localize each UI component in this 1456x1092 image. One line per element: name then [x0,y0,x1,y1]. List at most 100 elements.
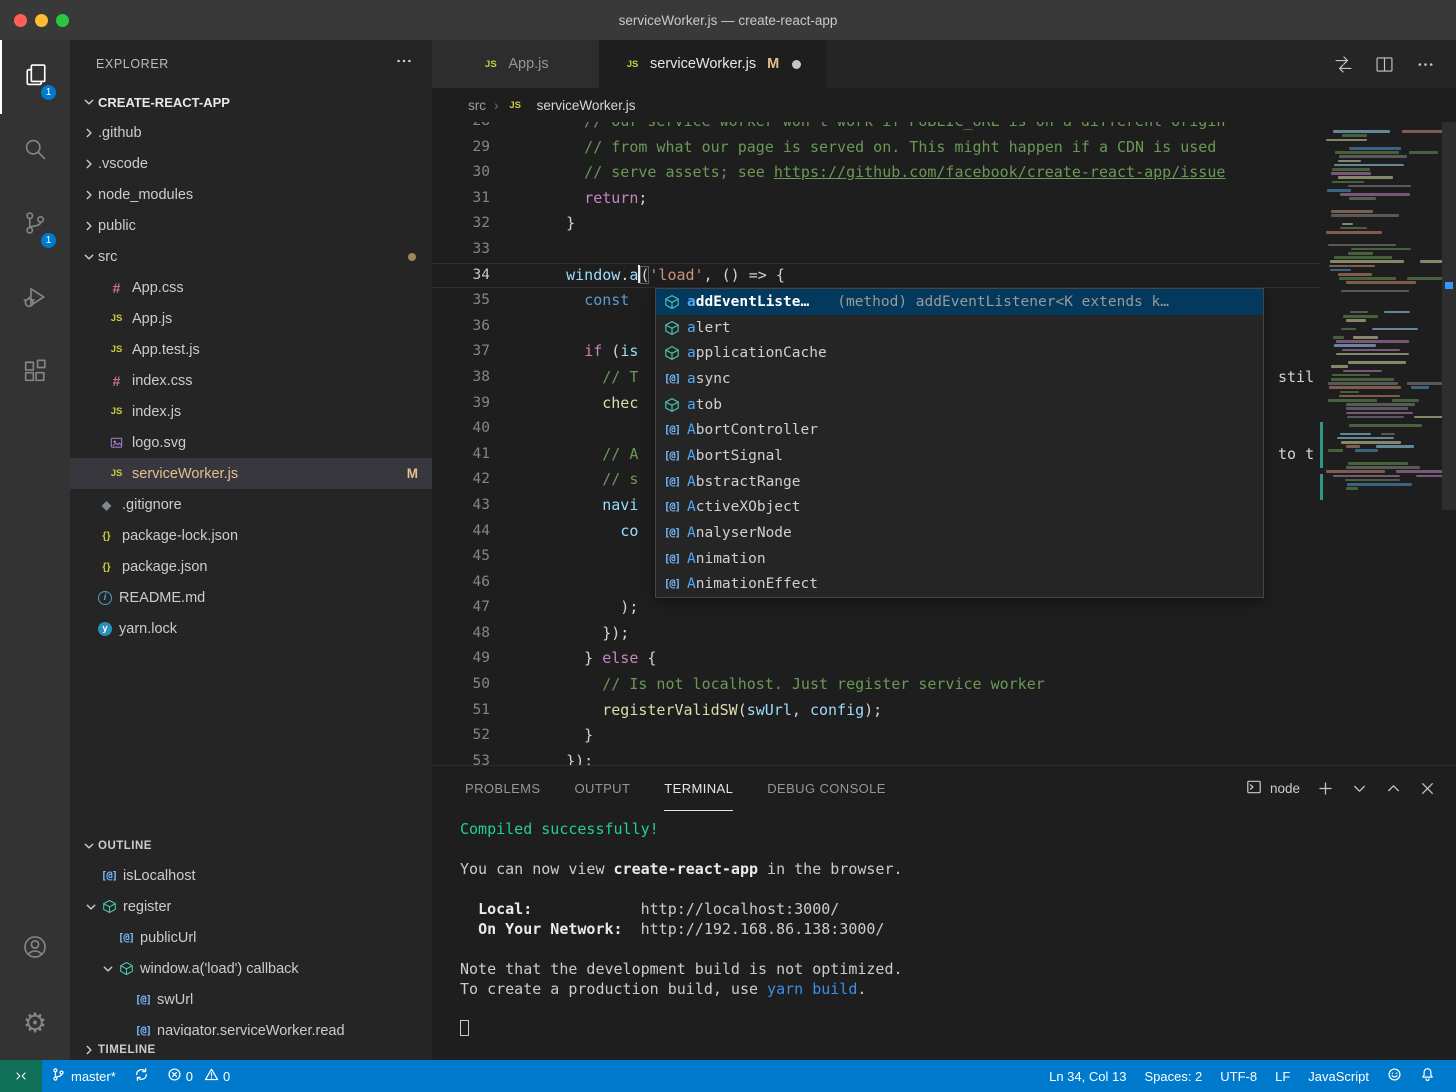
outline-item[interactable]: window.a('load') callback [70,953,432,984]
chevron-right-icon[interactable] [80,125,98,141]
outline-item[interactable]: register [70,891,432,922]
activity-bar-item-account[interactable] [0,912,70,986]
chevron-down-icon[interactable] [80,249,98,265]
activity-bar-item-run-debug[interactable] [0,262,70,336]
split-editor-icon[interactable] [1374,54,1395,75]
terminal-picker[interactable]: node [1246,779,1300,798]
activity-bar-item-explorer[interactable]: 1 [0,40,70,114]
suggestion-item[interactable]: [@] AbortController [656,417,1263,443]
panel-tab-output[interactable]: OUTPUT [574,766,630,811]
code-line[interactable]: 34 window.a ('load', () => { [432,263,1456,289]
tree-item[interactable]: {} package.json [70,551,432,582]
outline-item[interactable]: [@] publicUrl [70,922,432,953]
outline-item[interactable]: [@] swUrl [70,984,432,1015]
more-actions-icon[interactable] [394,51,414,76]
tree-item[interactable]: node_modules [70,179,432,210]
outline-header[interactable]: OUTLINE [70,832,432,860]
code-line[interactable]: 52 } [432,723,1456,749]
suggestion-item[interactable]: alert [656,315,1263,341]
code-line[interactable]: 47 ); [432,595,1456,621]
code-line[interactable]: 48 }); [432,621,1456,647]
code-line[interactable]: 31 return; [432,186,1456,212]
new-terminal-button[interactable] [1317,780,1334,797]
code-line[interactable]: 33 [432,237,1456,263]
indentation[interactable]: Spaces: 2 [1135,1060,1211,1092]
code-line[interactable]: 51 registerValidSW(swUrl, config); [432,698,1456,724]
code-line[interactable]: 49 } else { [432,646,1456,672]
suggestion-item[interactable]: [@] async [656,366,1263,392]
more-actions-icon[interactable] [1415,54,1436,75]
terminal-output[interactable]: Compiled successfully! You can now view c… [432,811,1456,1060]
sync[interactable] [125,1060,158,1092]
zoom-window-button[interactable] [56,14,69,27]
tree-item[interactable]: JS App.test.js [70,334,432,365]
suggestion-item[interactable]: applicationCache [656,340,1263,366]
git-branch[interactable]: master* [42,1060,125,1092]
tree-item[interactable]: logo.svg [70,427,432,458]
minimize-window-button[interactable] [35,14,48,27]
tree-item[interactable]: {} package-lock.json [70,520,432,551]
activity-bar-item-settings[interactable]: ⚙ [0,986,70,1060]
outline-item[interactable]: [@] isLocalhost [70,860,432,891]
tree-item[interactable]: .vscode [70,148,432,179]
tree-item[interactable]: i README.md [70,582,432,613]
code-line[interactable]: 28 // our service worker won't work if P… [432,122,1456,135]
notifications[interactable] [1411,1060,1444,1092]
eol[interactable]: LF [1266,1060,1299,1092]
terminal-dropdown-icon[interactable] [1351,780,1368,797]
tree-item[interactable]: JS serviceWorker.js M [70,458,432,489]
breadcrumb-file[interactable]: JS serviceWorker.js [507,97,635,114]
code-line[interactable]: 32 } [432,211,1456,237]
tree-item[interactable]: # App.css [70,272,432,303]
code-editor[interactable]: 28 // our service worker won't work if P… [432,122,1456,765]
open-changes-icon[interactable] [1333,54,1354,75]
activity-bar-item-extensions[interactable] [0,336,70,410]
encoding[interactable]: UTF-8 [1211,1060,1266,1092]
editor-scrollbar-thumb[interactable] [1442,122,1456,510]
tab-serviceworker-js[interactable]: JS serviceWorker.js M [600,40,827,88]
code-line[interactable]: 30 // serve assets; see https://github.c… [432,160,1456,186]
tree-item[interactable]: src [70,241,432,272]
timeline-header[interactable]: TIMELINE [70,1036,432,1060]
tree-item[interactable]: JS index.js [70,396,432,427]
breadcrumb-folder[interactable]: src [468,98,486,113]
suggestion-item[interactable]: [@] Animation [656,546,1263,572]
problems[interactable]: 00 [158,1060,245,1092]
suggestion-item[interactable]: [@] ActiveXObject [656,495,1263,521]
suggestion-item[interactable]: [@] AnimationEffect [656,572,1263,598]
cursor-position[interactable]: Ln 34, Col 13 [1040,1060,1135,1092]
language-mode[interactable]: JavaScript [1299,1060,1378,1092]
feedback[interactable] [1378,1060,1411,1092]
project-root-folder[interactable]: CREATE-REACT-APP [70,87,432,117]
close-window-button[interactable] [14,14,27,27]
remote-indicator[interactable] [0,1060,42,1092]
tab-app-js[interactable]: JS App.js [432,40,600,88]
tree-item[interactable]: .github [70,117,432,148]
tree-item[interactable]: public [70,210,432,241]
maximize-panel-button[interactable] [1385,780,1402,797]
panel-tab-terminal[interactable]: TERMINAL [664,766,734,811]
close-panel-button[interactable] [1419,780,1436,797]
tree-item[interactable]: # index.css [70,365,432,396]
panel-tab-debug-console[interactable]: DEBUG CONSOLE [767,766,886,811]
tree-item[interactable]: ◆ .gitignore [70,489,432,520]
outline-item[interactable]: [@] navigator.serviceWorker.read [70,1015,432,1037]
chevron-right-icon[interactable] [80,218,98,234]
activity-bar-item-search[interactable] [0,114,70,188]
tree-item[interactable]: y yarn.lock [70,613,432,644]
suggestion-item[interactable]: atob [656,392,1263,418]
code-line[interactable]: 29 // from what our page is served on. T… [432,135,1456,161]
panel-tab-problems[interactable]: PROBLEMS [465,766,540,811]
suggestion-item[interactable]: [@] AbortSignal [656,443,1263,469]
suggestion-item[interactable]: addEventListe… (method) addEventListener<… [656,289,1263,315]
activity-bar-item-source-control[interactable]: 1 [0,188,70,262]
suggestion-item[interactable]: [@] AnalyserNode [656,520,1263,546]
code-line[interactable]: 53 }); [432,749,1456,765]
code-line[interactable]: 50 // Is not localhost. Just register se… [432,672,1456,698]
tree-item[interactable]: JS App.js [70,303,432,334]
chevron-down-icon[interactable] [82,899,100,915]
chevron-right-icon[interactable] [80,187,98,203]
minimap[interactable] [1320,122,1456,765]
suggestion-item[interactable]: [@] AbstractRange [656,469,1263,495]
chevron-down-icon[interactable] [99,961,117,977]
